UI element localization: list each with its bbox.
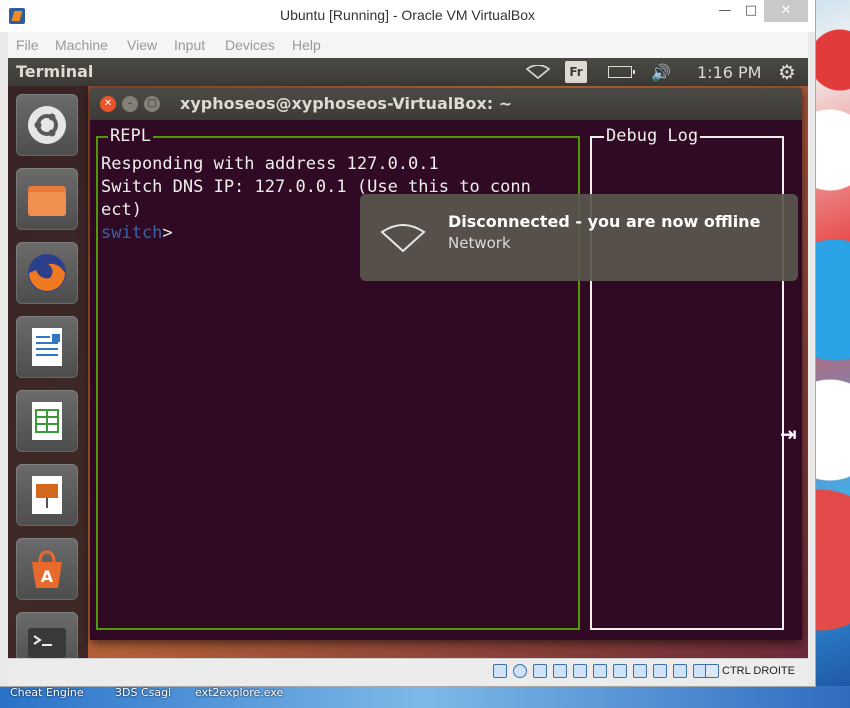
wifi-icon[interactable] xyxy=(526,65,550,79)
taskbar-item[interactable]: 3DS Csagi xyxy=(115,686,171,699)
menu-view[interactable]: View xyxy=(127,37,157,53)
keyboard-capture-icon[interactable] xyxy=(705,664,719,678)
debug-log-label: Debug Log xyxy=(604,126,701,146)
terminal-window[interactable]: ✕ – □ xyphoseos@xyphoseos-VirtualBox: ~ … xyxy=(90,88,802,640)
network-notification: Disconnected - you are now offline Netwo… xyxy=(360,194,798,281)
svg-text:A: A xyxy=(41,567,54,586)
firefox-icon xyxy=(28,254,66,292)
launcher-item-files[interactable] xyxy=(16,168,78,230)
menu-machine[interactable]: Machine xyxy=(55,37,108,53)
active-app-title: Terminal xyxy=(16,62,94,81)
terminal-maximize-button[interactable]: □ xyxy=(144,96,160,112)
launcher-item-impress[interactable] xyxy=(16,464,78,526)
window-title: Ubuntu [Running] - Oracle VM VirtualBox xyxy=(280,7,535,23)
guest-screen[interactable]: Terminal Fr 🔊 1:16 PM ⚙ A ✕ – □ xyphoseo… xyxy=(8,58,808,658)
launcher-item-software-center[interactable]: A xyxy=(16,538,78,600)
virtualbox-window: Ubuntu [Running] - Oracle VM VirtualBox … xyxy=(0,0,815,686)
menu-devices[interactable]: Devices xyxy=(225,37,275,53)
repl-output-line: ect) xyxy=(101,200,142,220)
repl-output-line: Responding with address 127.0.0.1 xyxy=(101,154,439,174)
usb-icon[interactable] xyxy=(573,664,587,678)
virtualization-icon[interactable] xyxy=(653,664,667,678)
guest-additions-icon[interactable] xyxy=(673,664,687,678)
taskbar-item[interactable]: ext2explore.exe xyxy=(195,686,283,699)
unity-launcher: A xyxy=(8,86,88,658)
mouse-capture-arrow-icon: ⇥ xyxy=(780,422,797,446)
files-icon xyxy=(28,186,66,216)
close-button[interactable]: ✕ xyxy=(764,0,808,22)
window-titlebar[interactable]: Ubuntu [Running] - Oracle VM VirtualBox … xyxy=(0,0,815,32)
ubuntu-top-panel: Terminal Fr 🔊 1:16 PM ⚙ xyxy=(8,58,808,86)
terminal-titlebar[interactable]: ✕ – □ xyphoseos@xyphoseos-VirtualBox: ~ xyxy=(90,88,802,120)
vm-status-bar: CTRL DROITE xyxy=(8,658,808,685)
notification-title: Disconnected - you are now offline xyxy=(448,212,761,231)
wifi-disconnected-icon xyxy=(380,224,426,252)
gear-icon[interactable]: ⚙ xyxy=(778,60,796,84)
menu-file[interactable]: File xyxy=(16,37,39,53)
prompt-name: switch xyxy=(101,223,163,243)
terminal-minimize-button[interactable]: – xyxy=(122,96,138,112)
menu-help[interactable]: Help xyxy=(292,37,321,53)
audio-icon[interactable] xyxy=(533,664,547,678)
software-center-icon: A xyxy=(32,550,62,588)
launcher-item-dash[interactable] xyxy=(16,94,78,156)
network-icon[interactable] xyxy=(553,664,567,678)
libreoffice-impress-icon xyxy=(32,476,62,514)
maximize-button[interactable]: □ xyxy=(738,0,764,22)
video-capture-icon[interactable] xyxy=(633,664,647,678)
host-key-label: CTRL DROITE xyxy=(722,665,795,677)
menu-bar: File Machine View Input Devices Help xyxy=(8,32,808,58)
shared-folders-icon[interactable] xyxy=(593,664,607,678)
keyboard-layout-indicator[interactable]: Fr xyxy=(565,61,587,83)
hard-disk-icon[interactable] xyxy=(493,664,507,678)
volume-icon[interactable]: 🔊 xyxy=(651,63,671,82)
terminal-icon xyxy=(28,628,66,658)
minimize-button[interactable]: — xyxy=(712,0,738,22)
terminal-close-button[interactable]: ✕ xyxy=(100,96,116,112)
taskbar-item[interactable]: Cheat Engine xyxy=(10,686,84,699)
optical-drive-icon[interactable] xyxy=(513,664,527,678)
repl-prompt[interactable]: switch> xyxy=(101,223,173,243)
libreoffice-writer-icon xyxy=(32,328,62,366)
launcher-item-terminal[interactable] xyxy=(16,612,78,658)
launcher-item-calc[interactable] xyxy=(16,390,78,452)
prompt-symbol: > xyxy=(162,223,173,243)
notification-body: Network xyxy=(448,234,511,252)
repl-label: REPL xyxy=(108,126,153,146)
terminal-title: xyphoseos@xyphoseos-VirtualBox: ~ xyxy=(180,94,513,113)
ubuntu-logo-icon xyxy=(28,106,66,144)
launcher-item-writer[interactable] xyxy=(16,316,78,378)
clock[interactable]: 1:16 PM xyxy=(697,63,761,82)
battery-icon[interactable] xyxy=(608,66,635,78)
menu-input[interactable]: Input xyxy=(174,37,205,53)
launcher-item-firefox[interactable] xyxy=(16,242,78,304)
display-icon[interactable] xyxy=(613,664,627,678)
libreoffice-calc-icon xyxy=(32,402,62,440)
